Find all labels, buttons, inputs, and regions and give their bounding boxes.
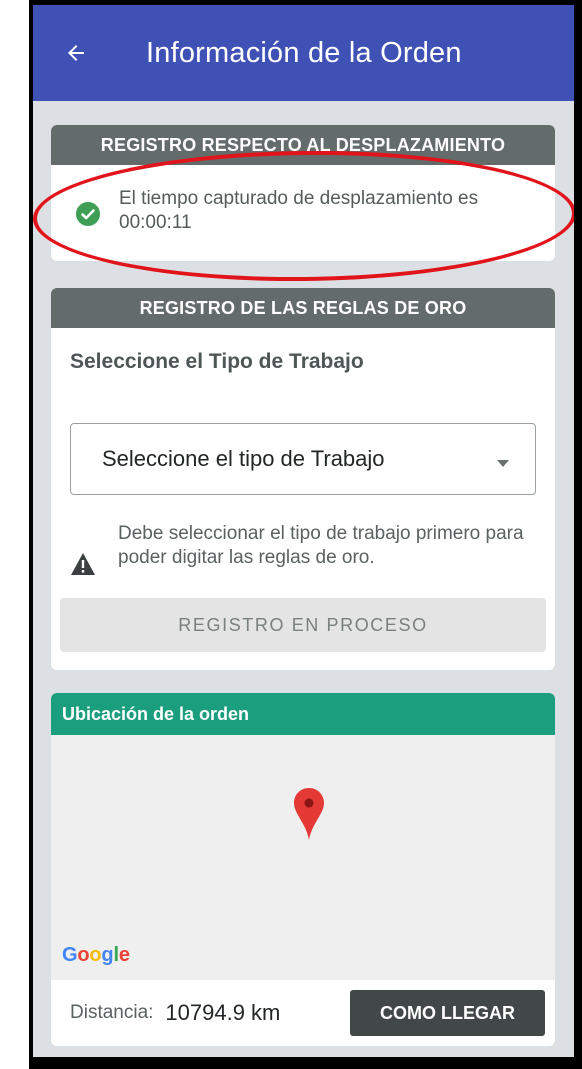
distance-row: Distancia: 10794.9 km COMO LLEGAR xyxy=(51,980,555,1046)
work-type-dropdown[interactable]: Seleccione el tipo de Trabajo xyxy=(70,423,536,495)
app-bar: Información de la Orden xyxy=(33,5,574,101)
golden-rules-header: REGISTRO DE LAS REGLAS DE ORO xyxy=(51,288,555,328)
google-logo: Google xyxy=(62,944,130,966)
work-type-label: Seleccione el Tipo de Trabajo xyxy=(70,350,364,373)
app-screen: Información de la Orden REGISTRO RESPECT… xyxy=(33,5,574,1057)
directions-button[interactable]: COMO LLEGAR xyxy=(350,990,545,1036)
arrow-left-icon[interactable] xyxy=(60,37,92,69)
check-circle-icon xyxy=(75,201,101,227)
golden-rules-card: REGISTRO DE LAS REGLAS DE ORO Seleccione… xyxy=(51,288,555,670)
device-frame: Información de la Orden REGISTRO RESPECT… xyxy=(29,0,582,1069)
displacement-row: El tiempo capturado de desplazamiento es… xyxy=(51,165,555,235)
warning-row: Debe seleccionar el tipo de trabajo prim… xyxy=(51,495,555,576)
distance-label: Distancia: xyxy=(70,1002,154,1023)
process-button[interactable]: REGISTRO EN PROCESO xyxy=(60,598,546,652)
map-pin-icon[interactable] xyxy=(293,787,325,841)
map-view[interactable]: Google xyxy=(51,735,555,980)
location-card: Ubicación de la orden Google Distancia: … xyxy=(51,693,555,1046)
page-title: Información de la Orden xyxy=(146,36,462,69)
work-type-dropdown-value: Seleccione el tipo de Trabajo xyxy=(102,446,385,471)
warning-text: Debe seleccionar el tipo de trabajo prim… xyxy=(118,523,524,568)
displacement-header: REGISTRO RESPECTO AL DESPLAZAMIENTO xyxy=(51,125,555,165)
location-header: Ubicación de la orden xyxy=(51,693,555,735)
warning-icon xyxy=(70,552,96,576)
displacement-message: El tiempo capturado de desplazamiento es… xyxy=(119,188,479,233)
displacement-card: REGISTRO RESPECTO AL DESPLAZAMIENTO El t… xyxy=(51,125,555,261)
chevron-down-icon xyxy=(497,455,509,467)
distance-value: 10794.9 km xyxy=(165,1000,281,1025)
